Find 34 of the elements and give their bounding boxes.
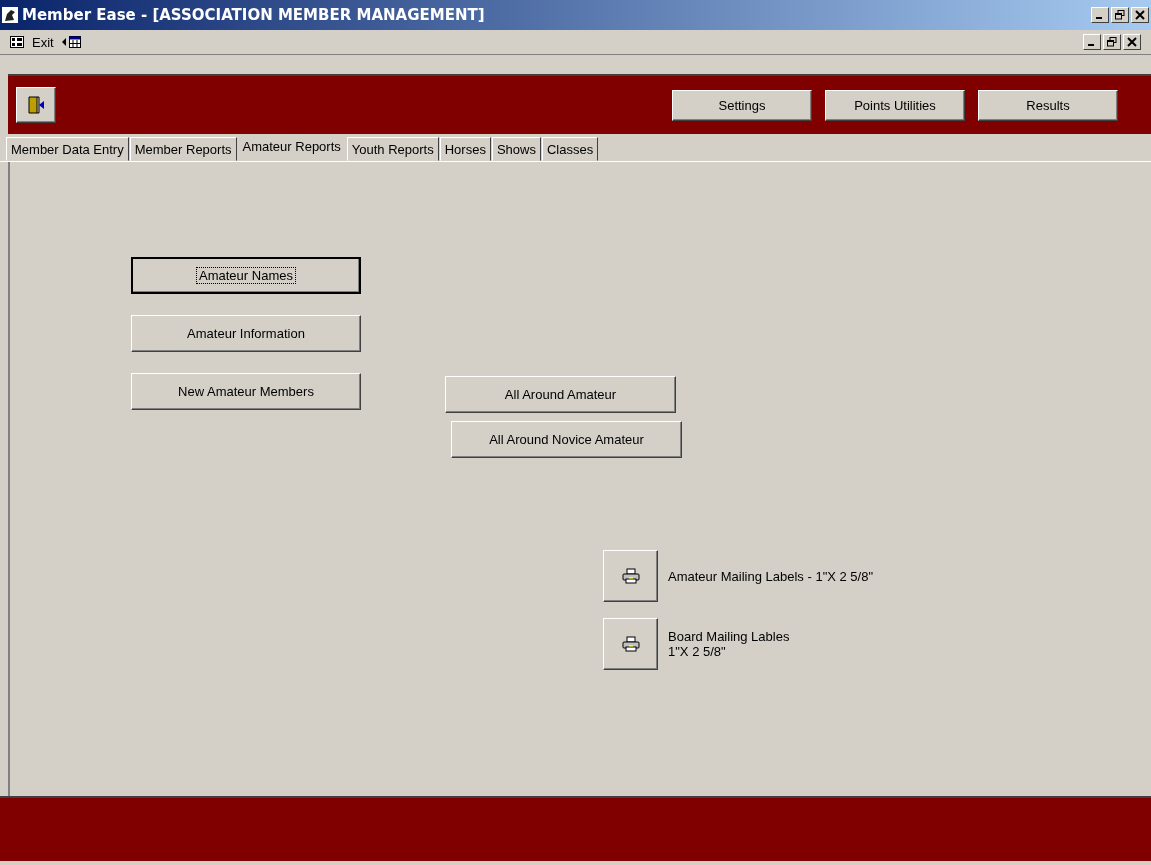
arrow-table-icon[interactable] xyxy=(61,36,82,48)
tab[interactable]: Shows xyxy=(491,137,541,161)
close-icon[interactable] xyxy=(1131,7,1149,23)
print-button[interactable] xyxy=(603,550,658,602)
restore-icon[interactable] xyxy=(1111,7,1129,23)
report-button[interactable]: All Around Novice Amateur xyxy=(451,421,682,458)
exit-door-button[interactable] xyxy=(16,87,56,123)
form-icon[interactable] xyxy=(10,36,24,48)
door-icon xyxy=(26,95,46,115)
window-title: Member Ease - [ASSOCIATION MEMBER MANAGEMENT] xyxy=(22,6,486,24)
minimize-icon[interactable] xyxy=(1091,7,1109,23)
print-button[interactable] xyxy=(603,618,658,670)
menu-item[interactable]: Exit xyxy=(32,34,54,50)
horse-icon xyxy=(2,7,18,23)
minimize-icon[interactable] xyxy=(1083,34,1101,50)
report-button[interactable]: Amateur Names xyxy=(131,257,361,294)
restore-icon[interactable] xyxy=(1103,34,1121,50)
print-label: Board Mailing Lables xyxy=(668,629,790,644)
report-button[interactable]: All Around Amateur xyxy=(445,376,676,413)
tab[interactable]: Member Data Entry xyxy=(6,137,129,161)
report-button[interactable]: New Amateur Members xyxy=(131,373,361,410)
tab[interactable]: Horses xyxy=(439,137,491,161)
printer-icon xyxy=(621,636,640,652)
print-label: 1"X 2 5/8" xyxy=(668,644,727,659)
close-icon[interactable] xyxy=(1123,34,1141,50)
header-button[interactable]: Settings xyxy=(672,89,812,121)
header-button[interactable]: Results xyxy=(978,89,1118,121)
tab[interactable]: Youth Reports xyxy=(346,137,439,161)
tab[interactable]: Member Reports xyxy=(129,137,237,161)
header-button[interactable]: Points Utilities xyxy=(825,89,965,121)
printer-icon xyxy=(621,568,640,584)
tab[interactable]: Classes xyxy=(541,137,599,161)
report-button[interactable]: Amateur Information xyxy=(131,315,361,352)
print-label: Amateur Mailing Labels - 1"X 2 5/8" xyxy=(668,568,874,584)
